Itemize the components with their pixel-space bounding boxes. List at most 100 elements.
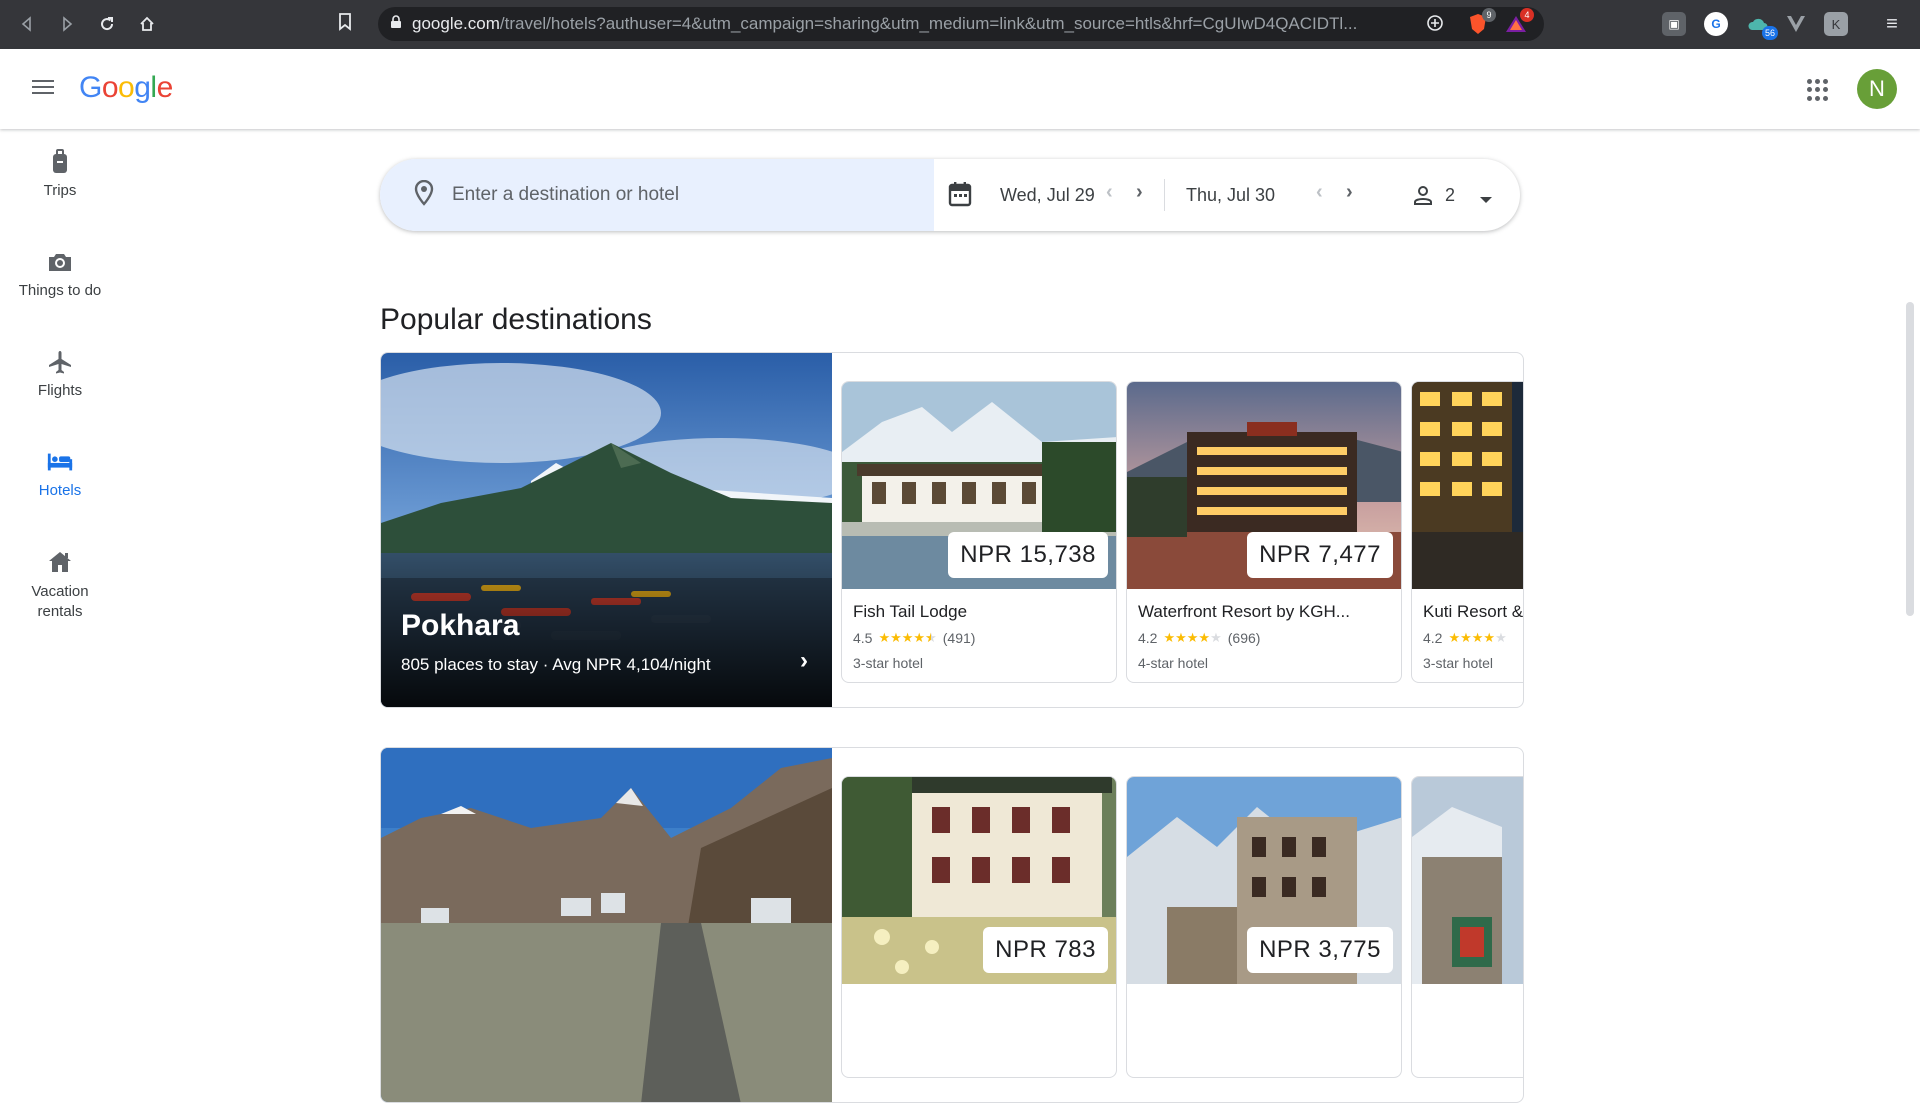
destination-field[interactable]: [380, 159, 934, 231]
guest-count: 2: [1445, 185, 1456, 205]
home-icon[interactable]: [130, 7, 164, 41]
hotel-card[interactable]: NPR 3,775: [1126, 776, 1402, 1078]
location-pin-icon: [414, 179, 434, 211]
review-count: (696): [1227, 630, 1261, 646]
rail-label: Flights: [37, 382, 83, 399]
hotel-name: Waterfront Resort by KGH...: [1138, 602, 1350, 621]
review-count: (491): [942, 630, 976, 646]
app-header: Google N: [0, 49, 1920, 129]
checkout-next-chevron-icon[interactable]: ›: [1346, 181, 1353, 204]
hotel-card[interactable]: NPR 783: [841, 776, 1117, 1078]
chevron-right-icon[interactable]: ›: [800, 647, 808, 675]
hotel-class: 3-star hotel: [1423, 655, 1494, 671]
hotel-card[interactable]: [1411, 776, 1523, 1078]
rating-value: 4.2: [1138, 630, 1158, 646]
price-tag: NPR 3,775: [1247, 927, 1393, 973]
hotel-card[interactable]: Kuti Resort & 4.2 ★★★★★ 3-star hotel: [1411, 381, 1524, 683]
hotel-rating: 4.2 ★★★★★: [1423, 630, 1513, 646]
star-rating-icon: ★★★★★: [1448, 630, 1507, 645]
browser-menu-icon[interactable]: ≡: [1880, 12, 1904, 36]
back-icon[interactable]: [10, 7, 44, 41]
extension-icon[interactable]: ▣: [1662, 12, 1686, 36]
star-rating-icon: ★★★★★: [1163, 630, 1222, 645]
date-divider: [1164, 179, 1165, 211]
hotel-card[interactable]: NPR 15,738 Fish Tail Lodge 4.5 ★★★★★★ (4…: [841, 381, 1117, 683]
hotel-name: Kuti Resort &: [1423, 602, 1524, 621]
hotel-image: NPR 783: [842, 777, 1116, 984]
checkout-prev-chevron-icon[interactable]: ‹: [1316, 181, 1323, 204]
bed-icon: [46, 448, 74, 476]
brave-rewards-icon[interactable]: 4: [1504, 8, 1534, 36]
destination-input[interactable]: [452, 184, 912, 206]
person-icon: [1413, 185, 1433, 210]
address-bar[interactable]: google.com/travel/hotels?authuser=4&utm_…: [378, 7, 1544, 41]
hotel-card[interactable]: NPR 7,477 Waterfront Resort by KGH... 4.…: [1126, 381, 1402, 683]
section-title: Popular destinations: [380, 303, 652, 336]
rail-item-trips[interactable]: Trips: [0, 148, 120, 199]
date-range: Wed, Jul 29 ‹ › Thu, Jul 30 ‹ ›: [934, 159, 1389, 231]
rail-item-flights[interactable]: Flights: [0, 348, 120, 399]
hotel-rating: 4.2 ★★★★★ (696): [1138, 630, 1260, 646]
rail-item-things-to-do[interactable]: Things to do: [0, 248, 120, 299]
hotel-name: Fish Tail Lodge: [853, 602, 968, 621]
checkin-date[interactable]: Wed, Jul 29: [1000, 185, 1095, 206]
page-scrollbar[interactable]: [1906, 302, 1914, 616]
cloud-badge: 56: [1761, 26, 1778, 40]
calendar-icon[interactable]: [948, 181, 972, 212]
rail-label: Things to do: [18, 282, 102, 299]
rail-item-hotels[interactable]: Hotels: [0, 448, 120, 499]
rail-label: Vacation rentals: [31, 583, 89, 620]
price-tag: NPR 783: [983, 927, 1108, 973]
avatar[interactable]: N: [1857, 69, 1897, 109]
camera-icon: [46, 248, 74, 276]
hotel-image: NPR 7,477: [1127, 382, 1401, 589]
translate-extension-icon[interactable]: G: [1704, 12, 1728, 36]
hotel-image: NPR 15,738: [842, 382, 1116, 589]
bookmark-icon[interactable]: [338, 13, 352, 36]
checkin-prev-chevron-icon[interactable]: ‹: [1106, 181, 1113, 204]
rail-label: Trips: [43, 182, 77, 199]
destination-card: Pokhara 805 places to stay · Avg NPR 4,1…: [380, 352, 1524, 708]
browser-toolbar: google.com/travel/hotels?authuser=4&utm_…: [0, 0, 1920, 49]
destination-name: Pokhara: [401, 609, 520, 642]
star-rating-icon: ★★★★★★: [878, 630, 937, 645]
destination-image[interactable]: [381, 748, 832, 1102]
rewards-badge: 4: [1520, 8, 1534, 22]
checkin-next-chevron-icon[interactable]: ›: [1136, 181, 1143, 204]
forward-icon[interactable]: [50, 7, 84, 41]
reload-icon[interactable]: [90, 7, 124, 41]
destination-summary: 805 places to stay · Avg NPR 4,104/night: [401, 655, 711, 674]
rail-item-vacation-rentals[interactable]: Vacation rentals: [0, 548, 120, 622]
airplane-icon: [46, 348, 74, 376]
lock-icon: [390, 14, 402, 34]
hotel-image: [1412, 382, 1523, 589]
dropdown-arrow-icon[interactable]: [1479, 191, 1493, 209]
url-host: google.com: [412, 14, 500, 33]
add-tab-circle-icon[interactable]: [1426, 14, 1444, 37]
kanji-extension-icon[interactable]: K: [1824, 12, 1848, 36]
google-logo[interactable]: Google: [79, 71, 173, 105]
rail-label: Hotels: [38, 482, 82, 499]
vue-devtools-icon[interactable]: [1784, 12, 1808, 36]
brave-shield-icon[interactable]: 9: [1466, 8, 1496, 36]
hotel-image: [1412, 777, 1523, 984]
shield-badge: 9: [1482, 8, 1496, 22]
hotel-search-bar: Wed, Jul 29 ‹ › Thu, Jul 30 ‹ › 2: [380, 159, 1520, 231]
hotel-class: 4-star hotel: [1138, 655, 1209, 671]
hotel-rating: 4.5 ★★★★★★ (491): [853, 630, 975, 646]
hotel-class: 3-star hotel: [853, 655, 924, 671]
destination-image[interactable]: Pokhara 805 places to stay · Avg NPR 4,1…: [381, 353, 832, 707]
house-icon: [46, 548, 74, 576]
rating-value: 4.5: [853, 630, 873, 646]
cloud-extension-icon[interactable]: 56: [1746, 12, 1778, 40]
luggage-icon: [46, 148, 74, 176]
apps-grid-icon[interactable]: [1806, 78, 1830, 102]
guests-selector[interactable]: 2: [1389, 159, 1519, 231]
url-text: google.com/travel/hotels?authuser=4&utm_…: [412, 14, 1412, 34]
hamburger-menu-icon[interactable]: [32, 77, 56, 95]
hotel-image: NPR 3,775: [1127, 777, 1401, 984]
destination-card: NPR 783 NPR 3,775: [380, 747, 1524, 1103]
checkout-date[interactable]: Thu, Jul 30: [1186, 185, 1275, 206]
price-tag: NPR 7,477: [1247, 532, 1393, 578]
price-tag: NPR 15,738: [948, 532, 1108, 578]
